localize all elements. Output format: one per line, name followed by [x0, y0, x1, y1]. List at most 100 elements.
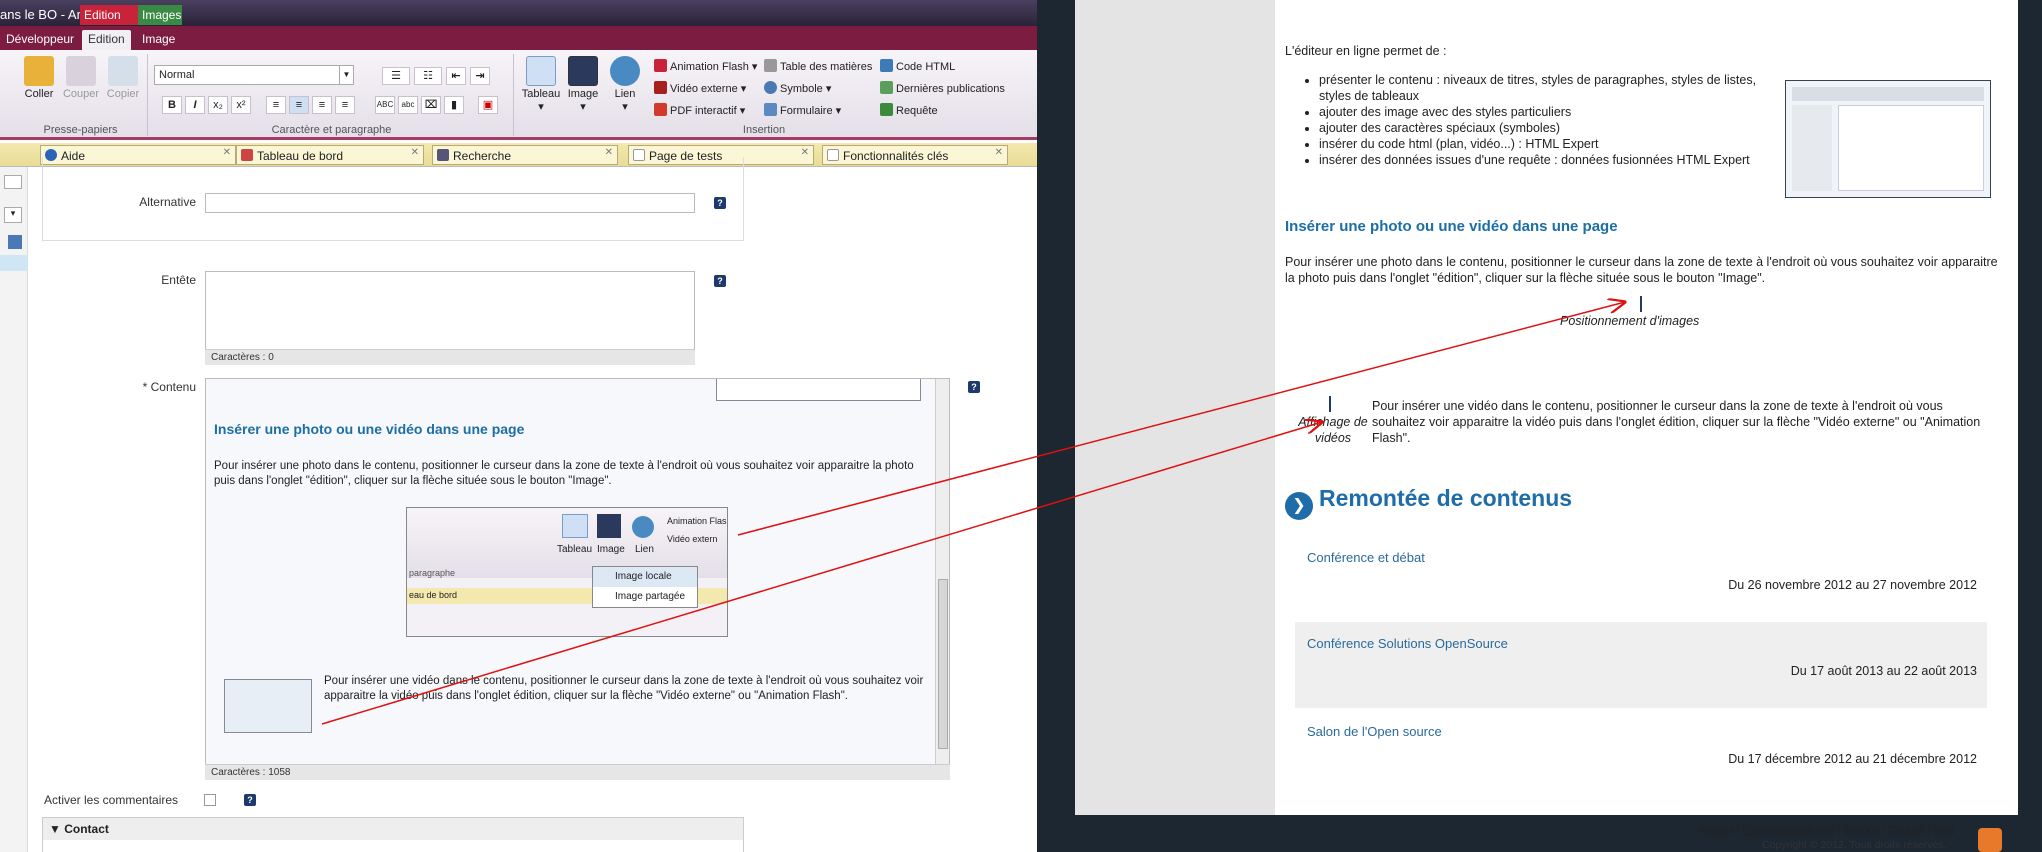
close-icon[interactable]: ✕: [995, 147, 1003, 158]
help-icon[interactable]: ?: [968, 381, 980, 393]
footer-link-blog[interactable]: Blog: [1933, 824, 1954, 836]
footer-link-contact[interactable]: Contact: [1889, 824, 1925, 836]
tab-edition[interactable]: Edition: [82, 30, 131, 50]
help-icon[interactable]: ?: [714, 197, 726, 209]
menu-item-image-locale: Image locale: [593, 567, 697, 587]
footer-link-features[interactable]: Fonctionnalités clés: [1742, 824, 1834, 836]
pdf-button[interactable]: PDF interactif ▾: [654, 102, 745, 120]
footer-link-support[interactable]: Support: [1843, 824, 1880, 836]
comments-label: Activer les commentaires: [44, 793, 179, 807]
context-tab-edition[interactable]: Edition: [80, 5, 138, 25]
menu-icon[interactable]: [4, 175, 22, 189]
list-item: insérer du code html (plan, vidéo...) : …: [1319, 136, 1783, 152]
align-left-button[interactable]: ≡: [266, 96, 286, 114]
ribbon-tabs: Développeur Edition Image: [0, 26, 1037, 50]
help-icon[interactable]: ?: [244, 794, 256, 806]
align-center-button[interactable]: ≡: [289, 96, 309, 114]
brush-icon[interactable]: ⌧: [421, 96, 441, 114]
toc-button[interactable]: Table des matières: [764, 58, 872, 76]
group-insertion: Tableau ▾ Image ▾ Lien ▾ Animation Flash ▾ …: [518, 54, 1010, 136]
superscript-button[interactable]: x²: [231, 96, 251, 114]
contact-section: ▼ Contact: [42, 817, 744, 852]
close-icon[interactable]: ✕: [801, 147, 809, 158]
list-item: Salon de l'Open source Du 17 décembre 20…: [1295, 710, 1987, 796]
sidebar-selected-item[interactable]: [0, 255, 28, 271]
copy-icon: [108, 56, 138, 86]
editor-heading: Insérer une photo ou une vidéo dans une …: [214, 421, 525, 437]
copyright: Copyright © 2012. Tous droits réservés.: [1762, 839, 1947, 851]
omega-icon: [764, 81, 777, 94]
style-select[interactable]: Normal ▼: [154, 65, 354, 85]
video-button[interactable]: Vidéo externe ▾: [654, 80, 746, 98]
list-item: insérer des données issues d'une requête…: [1319, 152, 1783, 168]
context-tab-images[interactable]: Images: [138, 5, 182, 25]
code-html-button[interactable]: Code HTML: [880, 58, 955, 76]
query-icon: [880, 103, 893, 116]
comments-checkbox[interactable]: [204, 794, 216, 806]
editor-window: ans le BO - An Edition Images Développeu…: [0, 0, 1037, 852]
table-icon: [526, 56, 556, 86]
latest-pubs-button[interactable]: Dernières publications: [880, 80, 1005, 98]
embedded-ribbon-screenshot: Tableau Image Lien Animation Flas Vidéo …: [406, 507, 728, 637]
align-right-button[interactable]: ≡: [312, 96, 332, 114]
embedded-video-menu-screenshot: [224, 679, 312, 733]
chevron-down-icon[interactable]: ▾: [4, 207, 22, 223]
form-button[interactable]: Formulaire ▾: [764, 102, 841, 120]
image-icon: [568, 56, 598, 86]
list-item: ajouter des caractères spéciaux (symbole…: [1319, 120, 1783, 136]
outdent-button[interactable]: ⇤: [446, 67, 466, 85]
side-panel: ▾: [0, 167, 28, 852]
tab-developpeur[interactable]: Développeur: [0, 30, 80, 48]
italic-button[interactable]: I: [185, 96, 205, 114]
editor-scrollbar[interactable]: [935, 379, 949, 772]
clear-format-icon[interactable]: ▣: [478, 96, 498, 114]
code-icon: [880, 59, 893, 72]
help-icon[interactable]: ?: [714, 275, 726, 287]
smallcaps-button[interactable]: abc: [398, 96, 418, 114]
subscript-button[interactable]: x₂: [208, 96, 228, 114]
cut-button[interactable]: Couper: [60, 56, 102, 100]
alternative-input[interactable]: [205, 193, 695, 213]
contact-section-header[interactable]: ▼ Contact: [43, 818, 743, 840]
footer-link-accueil[interactable]: Accueil: [1700, 824, 1734, 836]
rich-text-editor[interactable]: Insérer une photo ou une vidéo dans une …: [205, 378, 950, 773]
image-button[interactable]: Image ▾: [562, 56, 604, 113]
entete-textarea[interactable]: [205, 271, 695, 357]
bullet-list-button[interactable]: ☰: [382, 67, 410, 85]
doc-tab-features[interactable]: Fonctionnalités clés ✕: [822, 145, 1008, 165]
uppercase-button[interactable]: ABC: [375, 96, 395, 114]
list-item: ajouter des image avec des styles partic…: [1319, 104, 1783, 120]
table-icon: [562, 514, 588, 538]
bold-button[interactable]: B: [162, 96, 182, 114]
event-link[interactable]: Conférence Solutions OpenSource: [1307, 636, 1508, 651]
embedded-screenshot-top: [716, 379, 921, 401]
entete-label: Entête: [161, 273, 196, 287]
event-link[interactable]: Salon de l'Open source: [1307, 724, 1442, 739]
preview-intro: L'éditeur en ligne permet de :: [1285, 44, 1447, 58]
flash-button[interactable]: Animation Flash ▾: [654, 58, 757, 76]
link-button[interactable]: Lien ▾: [604, 56, 646, 113]
chevron-right-icon: ❯: [1285, 492, 1313, 520]
color-icon[interactable]: ▮: [444, 96, 464, 114]
paste-button[interactable]: Coller: [18, 56, 60, 100]
copy-button[interactable]: Copier: [102, 56, 144, 100]
preview-screenshot-thumbnail: [1785, 80, 1991, 198]
group-label-insertion: Insertion: [742, 124, 786, 136]
indent-button[interactable]: ⇥: [470, 67, 490, 85]
event-link[interactable]: Conférence et débat: [1307, 550, 1425, 565]
rss-icon[interactable]: [1978, 828, 2002, 852]
query-button[interactable]: Requête: [880, 102, 938, 120]
image-placeholder-marker: [1640, 296, 1642, 312]
group-charfmt: Normal ▼ B I x₂ x² ≡ ≡ ≡ ≡ ABC abc ⌧ ▮ ▣ …: [150, 54, 514, 136]
pdf-icon: [654, 103, 667, 116]
numbered-list-button[interactable]: ☷: [414, 67, 442, 85]
tab-image[interactable]: Image: [136, 30, 181, 48]
content-form: ▾ Alternative ? Entête Caractères : 0 ? …: [0, 157, 1037, 852]
table-button[interactable]: Tableau ▾: [520, 56, 562, 113]
puzzle-icon[interactable]: [8, 235, 22, 249]
symbol-button[interactable]: Symbole ▾: [764, 80, 831, 98]
title-bar: ans le BO - An Edition Images: [0, 0, 1037, 26]
scrollbar-thumb[interactable]: [938, 579, 948, 749]
scissors-icon: [66, 56, 96, 86]
justify-button[interactable]: ≡: [335, 96, 355, 114]
